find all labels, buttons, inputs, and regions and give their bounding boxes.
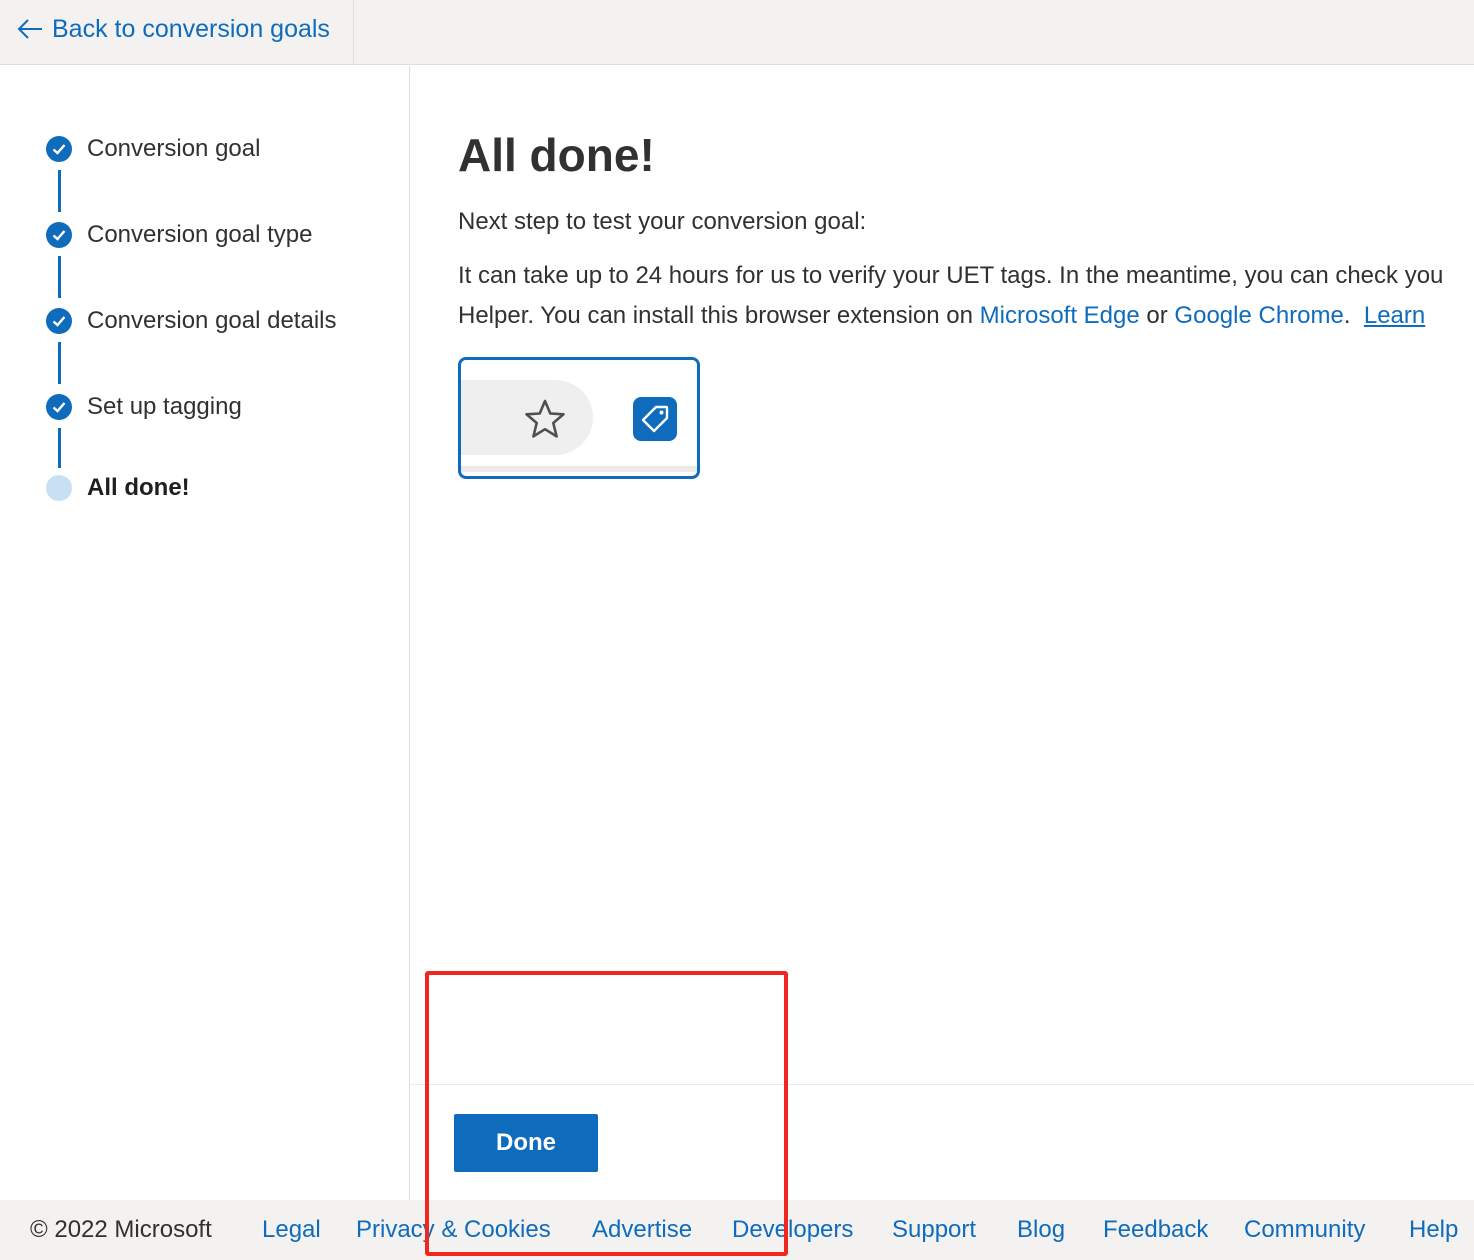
paragraph-text: Helper. You can install this browser ext… [458,302,980,329]
current-step-dot-icon [46,475,72,501]
step-conversion-goal[interactable]: Conversion goal [46,135,260,163]
check-circle-icon [46,222,72,248]
step-conversion-goal-details[interactable]: Conversion goal details [46,307,336,335]
uet-helper-paragraph: It can take up to 24 hours for us to ver… [458,256,1474,336]
topbar-divider [353,0,354,65]
uet-tag-helper-icon [633,397,677,441]
learn-more-link[interactable]: Learn [1364,302,1425,329]
check-circle-icon [46,136,72,162]
step-connector [58,170,61,212]
paragraph-text: . [1343,302,1351,329]
step-conversion-goal-type[interactable]: Conversion goal type [46,221,312,249]
next-step-text: Next step to test your conversion goal: [458,208,867,235]
step-label: Conversion goal details [87,307,337,334]
footer-link-privacy-cookies[interactable]: Privacy & Cookies [356,1216,551,1244]
copyright-text: © 2022 Microsoft [30,1216,212,1243]
footer-link-developers[interactable]: Developers [732,1216,853,1244]
back-link-label: Back to conversion goals [52,14,330,43]
main-content: All done! Next step to test your convers… [410,66,1474,1200]
paragraph-text: or [1139,302,1175,329]
footer-link-feedback[interactable]: Feedback [1103,1216,1208,1244]
step-label: All done! [87,474,190,501]
arrow-left-icon [17,19,42,39]
back-to-conversion-goals-link[interactable]: Back to conversion goals [16,12,330,46]
step-all-done: All done! [46,474,190,502]
check-circle-icon [46,394,72,420]
uet-extension-illustration [458,357,700,479]
footer-link-legal[interactable]: Legal [262,1216,321,1244]
step-label: Set up tagging [87,393,242,420]
page-footer: © 2022 Microsoft Legal Privacy & Cookies… [0,1200,1474,1260]
step-connector [58,256,61,298]
action-bar-divider [410,1084,1474,1085]
browser-toolbar-illustration [461,360,697,472]
star-icon [525,399,565,438]
stepper-sidebar: Conversion goal Conversion goal type Con… [0,66,410,1200]
step-label: Conversion goal type [87,221,313,248]
footer-link-support[interactable]: Support [892,1216,976,1244]
step-set-up-tagging[interactable]: Set up tagging [46,393,242,421]
done-button[interactable]: Done [454,1114,598,1172]
microsoft-edge-link[interactable]: Microsoft Edge [980,302,1140,329]
paragraph-line-1: It can take up to 24 hours for us to ver… [458,262,1444,289]
footer-link-community[interactable]: Community [1244,1216,1365,1244]
check-circle-icon [46,308,72,334]
top-bar: Back to conversion goals [0,0,1474,65]
footer-link-blog[interactable]: Blog [1017,1216,1065,1244]
footer-link-help[interactable]: Help [1409,1216,1458,1244]
google-chrome-link[interactable]: Google Chrome [1174,302,1343,329]
paragraph-line-2: Helper. You can install this browser ext… [458,296,1474,336]
step-connector [58,342,61,384]
step-label: Conversion goal [87,135,261,162]
footer-link-advertise[interactable]: Advertise [592,1216,692,1244]
step-connector [58,428,61,468]
page-title: All done! [458,129,655,181]
